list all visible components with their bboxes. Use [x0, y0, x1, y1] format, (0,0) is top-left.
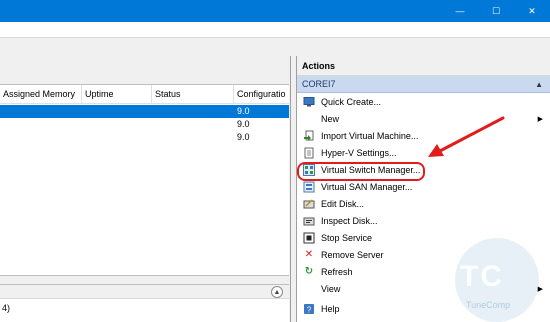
watermark-text: TuneComp — [466, 300, 511, 310]
watermark-logo: TC — [460, 260, 504, 293]
